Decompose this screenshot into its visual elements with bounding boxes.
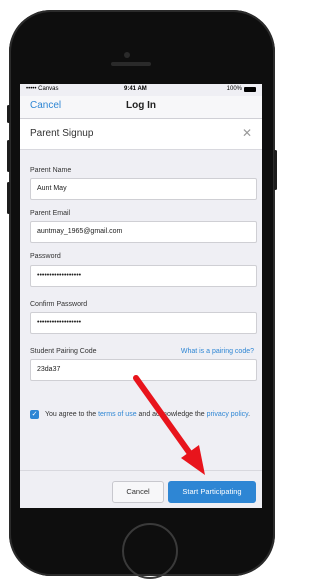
mute-switch (7, 105, 10, 123)
parent-email-label: Parent Email (30, 210, 71, 217)
parent-email-input[interactable]: auntmay_1965@gmail.com (30, 221, 257, 243)
agreement-checkbox[interactable]: ✓ (30, 410, 39, 419)
confirm-password-input[interactable]: •••••••••••••••••• (30, 312, 257, 334)
cancel-button[interactable]: Cancel (112, 481, 164, 503)
home-button[interactable] (122, 523, 178, 579)
status-bar: ••••• Canvas 9:41 AM 100% (20, 84, 262, 96)
terms-of-use-link[interactable]: terms of use (98, 411, 137, 418)
volume-up-button (7, 140, 10, 172)
battery-status: 100% (227, 86, 256, 92)
password-label: Password (30, 253, 61, 260)
pairing-code-input[interactable]: 23da37 (30, 359, 257, 381)
pairing-code-label: Student Pairing Code (30, 348, 97, 355)
parent-name-label: Parent Name (30, 167, 72, 174)
clock: 9:41 AM (124, 86, 147, 92)
front-camera (124, 52, 130, 58)
phone-screen: ••••• Canvas 9:41 AM 100% Cancel Log In … (20, 84, 262, 508)
agreement-text-middle: and acknowledge the (136, 411, 207, 418)
volume-down-button (7, 182, 10, 214)
power-button (274, 150, 277, 190)
confirm-password-label: Confirm Password (30, 301, 88, 308)
modal-title: Parent Signup (30, 128, 94, 139)
password-input[interactable]: •••••••••••••••••• (30, 265, 257, 287)
close-icon[interactable]: ✕ (242, 126, 252, 140)
earpiece-speaker (111, 62, 151, 66)
agreement-text-after: . (248, 411, 251, 418)
privacy-policy-link[interactable]: privacy policy (207, 411, 249, 418)
modal-footer: Cancel Start Participating (20, 470, 262, 508)
agreement-text: You agree to the terms of use and acknow… (45, 410, 255, 420)
nav-title: Log In (126, 100, 156, 111)
start-participating-button[interactable]: Start Participating (168, 481, 256, 503)
parent-name-input[interactable]: Aunt May (30, 178, 257, 200)
pairing-code-help-link[interactable]: What is a pairing code? (181, 348, 254, 355)
signup-form: Parent Name Aunt May Parent Email auntma… (20, 150, 262, 470)
carrier-label: ••••• Canvas (26, 86, 59, 92)
battery-percent: 100% (226, 86, 242, 92)
navigation-bar: Cancel Log In (20, 96, 262, 119)
battery-icon (244, 86, 256, 92)
modal-header: Parent Signup ✕ (20, 119, 262, 150)
agreement-text-before: You agree to the (45, 411, 99, 418)
